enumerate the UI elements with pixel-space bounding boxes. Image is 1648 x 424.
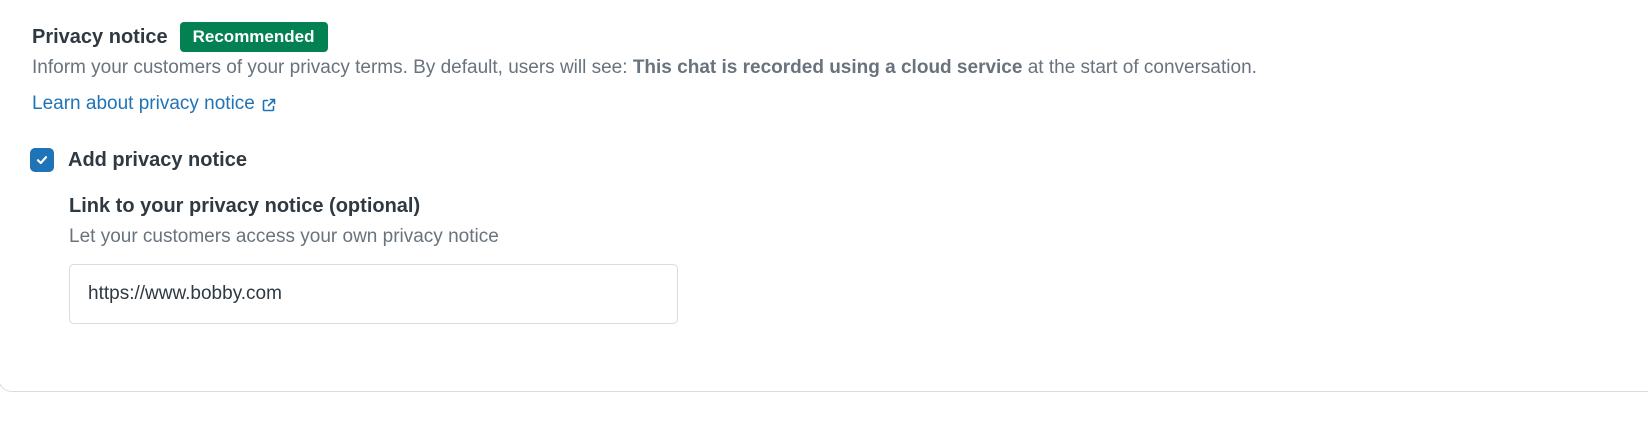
description-prefix: Inform your customers of your privacy te… (32, 57, 633, 78)
privacy-link-field-label: Link to your privacy notice (optional) (69, 195, 421, 217)
privacy-link-field-hint: Let your customers access your own priva… (69, 226, 499, 247)
description-suffix: at the start of conversation. (1022, 57, 1257, 78)
add-privacy-notice-checkbox[interactable] (30, 148, 54, 172)
checkmark-icon (36, 156, 48, 165)
privacy-title-row: Privacy notice Recommended (32, 22, 328, 52)
recommended-badge: Recommended (179, 22, 328, 52)
add-privacy-notice-option[interactable]: Add privacy notice (30, 147, 247, 173)
description-default-message: This chat is recorded using a cloud serv… (632, 57, 1023, 78)
privacy-link-input[interactable] (69, 264, 678, 324)
external-link-icon (261, 96, 277, 112)
privacy-description: Inform your customers of your privacy te… (32, 56, 1257, 80)
learn-privacy-notice-link[interactable]: Learn about privacy notice (32, 92, 277, 116)
privacy-title: Privacy notice (32, 25, 168, 48)
add-privacy-notice-label: Add privacy notice (68, 149, 247, 171)
learn-link-label: Learn about privacy notice (32, 93, 255, 114)
